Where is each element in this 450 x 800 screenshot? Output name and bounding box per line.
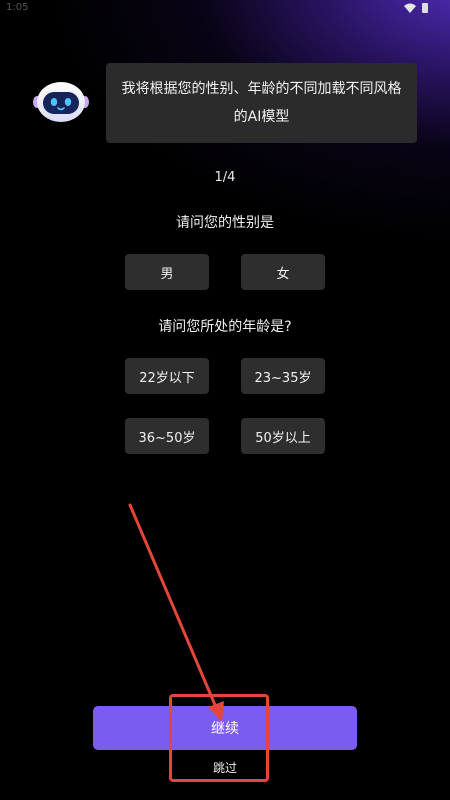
assistant-message: 我将根据您的性别、年龄的不同加载不同风格的AI模型 [121,81,402,125]
gender-option-male[interactable]: 男 [125,254,209,290]
status-icons [404,3,428,13]
age-option-over-50[interactable]: 50岁以上 [241,418,325,454]
robot-icon [33,82,89,122]
age-option-under-22[interactable]: 22岁以下 [125,358,209,394]
continue-button[interactable]: 继续 [93,706,357,750]
assistant-message-bubble: 我将根据您的性别、年龄的不同加载不同风格的AI模型 [106,63,417,143]
age-question: 请问您所处的年龄是? [158,319,292,335]
battery-icon [422,3,428,13]
gender-question: 请问您的性别是 [176,215,274,231]
wifi-icon [404,3,416,13]
step-indicator: 1/4 [214,170,236,185]
status-time: 1:05 [6,2,29,13]
age-option-23-35[interactable]: 23~35岁 [241,358,325,394]
skip-link[interactable]: 跳过 [0,759,450,776]
onboarding-screen: 1:05 我将根据您的性别、年龄的不同加载不同风格的AI模型 1/4 请问您的性… [0,0,450,800]
status-bar: 1:05 [0,0,450,20]
age-option-36-50[interactable]: 36~50岁 [125,418,209,454]
gender-option-female[interactable]: 女 [241,254,325,290]
